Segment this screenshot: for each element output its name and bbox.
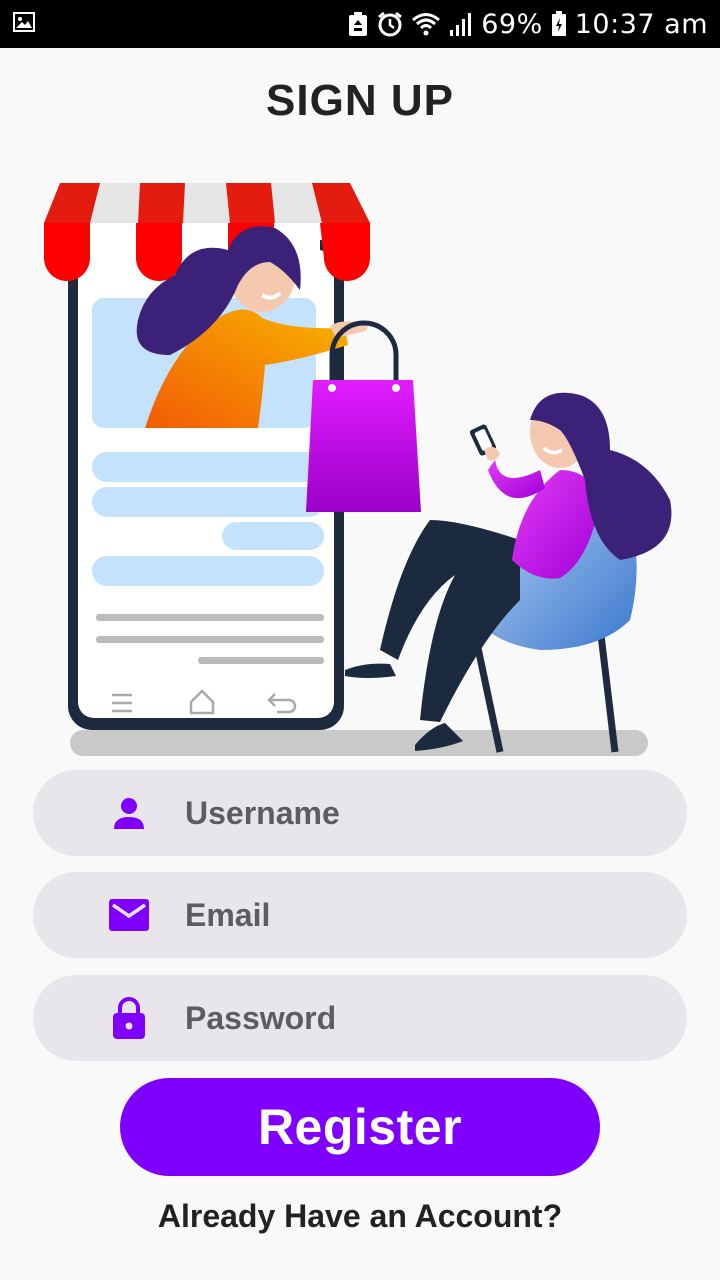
status-bar: 69% 10:37 am (0, 0, 720, 48)
shopping-illustration (44, 183, 672, 756)
image-icon (12, 10, 36, 39)
lock-icon (105, 994, 153, 1042)
page-title: SIGN UP (266, 76, 454, 125)
password-input[interactable] (185, 999, 655, 1037)
recycle-icon (347, 11, 369, 37)
email-field[interactable] (33, 872, 687, 958)
username-field[interactable] (33, 770, 687, 856)
mail-icon (105, 891, 153, 939)
signal-icon (449, 11, 473, 37)
person-icon (105, 789, 153, 837)
clock: 10:37 am (574, 8, 708, 40)
register-button[interactable]: Register (120, 1078, 600, 1176)
wifi-icon (411, 11, 441, 37)
battery-icon (551, 11, 567, 37)
password-field[interactable] (33, 975, 687, 1061)
username-input[interactable] (185, 794, 655, 832)
login-link[interactable]: Already Have an Account? (0, 1198, 720, 1235)
email-input[interactable] (185, 896, 655, 934)
alarm-icon (377, 11, 403, 37)
battery-percent: 69% (481, 8, 543, 40)
